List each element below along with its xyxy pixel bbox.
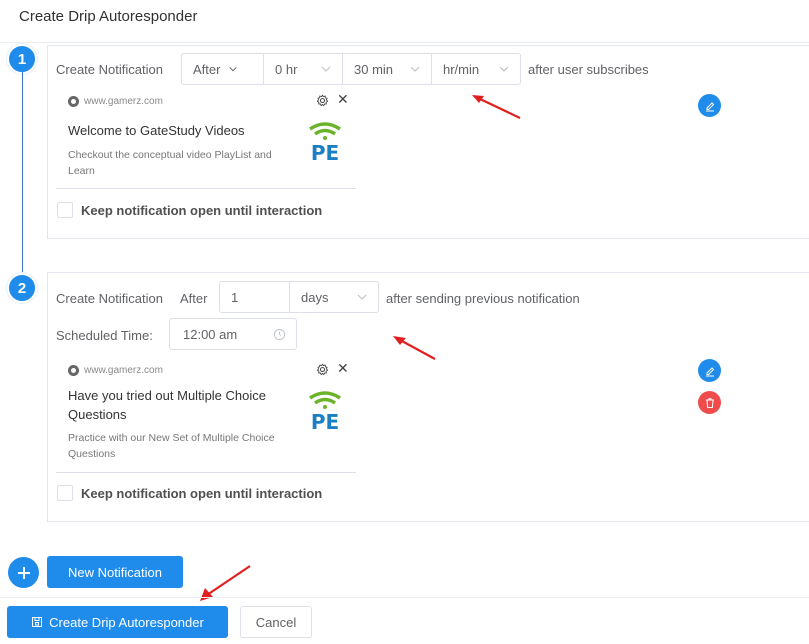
cancel-button[interactable]: Cancel bbox=[240, 606, 312, 638]
edit-button[interactable] bbox=[698, 94, 721, 117]
minutes-select-value: 30 min bbox=[354, 61, 394, 77]
notification-preview: www.gamerz.com ✕ Have you tried out Mult… bbox=[56, 357, 356, 473]
after-select[interactable]: After bbox=[182, 54, 264, 84]
notification-step-1: Create Notification After 0 hr 30 min hr… bbox=[47, 45, 809, 239]
delay-value-input[interactable]: 1 bbox=[220, 282, 290, 312]
dialog-title: Create Drip Autoresponder bbox=[19, 8, 198, 25]
create-notification-label: Create Notification bbox=[56, 291, 163, 306]
edit-button[interactable] bbox=[698, 359, 721, 382]
scheduled-time-input[interactable]: 12:00 am bbox=[169, 318, 297, 350]
svg-text:PE: PE bbox=[311, 141, 339, 162]
delay-unit-select[interactable]: days bbox=[290, 282, 378, 312]
pencil-icon bbox=[705, 366, 714, 376]
delay-suffix-label: after sending previous notification bbox=[386, 291, 580, 306]
chevron-down-icon bbox=[356, 291, 368, 303]
gear-icon[interactable] bbox=[316, 363, 329, 376]
new-notification-button[interactable]: New Notification bbox=[47, 556, 183, 588]
delay-value: 1 bbox=[231, 289, 239, 305]
hours-select-value: 0 hr bbox=[275, 61, 298, 77]
save-icon bbox=[32, 617, 43, 627]
gear-icon[interactable] bbox=[316, 94, 329, 107]
scheduled-time-label: Scheduled Time: bbox=[56, 328, 153, 343]
preview-site-url: www.gamerz.com bbox=[84, 365, 163, 376]
unit-select[interactable]: hr/min bbox=[432, 54, 520, 84]
close-icon[interactable]: ✕ bbox=[337, 361, 349, 375]
chevron-down-icon bbox=[498, 63, 510, 75]
step-number-1: 1 bbox=[7, 44, 37, 74]
clock-icon bbox=[273, 328, 286, 341]
keep-open-label[interactable]: Keep notification open until interaction bbox=[81, 486, 322, 501]
timing-suffix-label: after user subscribes bbox=[528, 62, 649, 77]
preview-site-url: www.gamerz.com bbox=[84, 96, 163, 107]
notification-step-2: Create Notification After 1 days after s… bbox=[47, 272, 809, 522]
create-notification-label: Create Notification bbox=[56, 62, 163, 77]
keep-open-label[interactable]: Keep notification open until interaction bbox=[81, 203, 322, 218]
new-notification-label: New Notification bbox=[68, 564, 162, 580]
pe-logo: PE bbox=[309, 122, 341, 162]
unit-select-placeholder: hr/min bbox=[443, 61, 480, 77]
preview-body: Practice with our New Set of Multiple Ch… bbox=[68, 432, 275, 460]
chrome-icon bbox=[68, 365, 79, 376]
step-connector-line bbox=[22, 72, 23, 272]
preview-site: www.gamerz.com bbox=[68, 96, 163, 107]
chrome-icon bbox=[68, 96, 79, 107]
preview-title: Have you tried out Multiple Choice Quest… bbox=[68, 388, 266, 422]
preview-title: Welcome to GateStudy Videos bbox=[68, 123, 245, 138]
after-select-value: After bbox=[193, 61, 221, 77]
add-notification-button[interactable] bbox=[8, 557, 39, 588]
divider bbox=[0, 597, 809, 598]
chevron-down-icon bbox=[228, 62, 238, 77]
pe-logo: PE bbox=[309, 391, 341, 431]
after-label: After bbox=[180, 291, 208, 306]
keep-open-checkbox[interactable] bbox=[57, 485, 73, 501]
delete-button[interactable] bbox=[698, 391, 721, 414]
scheduled-time-value: 12:00 am bbox=[183, 326, 238, 342]
delay-input-group: 1 days bbox=[219, 281, 379, 313]
hours-select[interactable]: 0 hr bbox=[264, 54, 343, 84]
svg-text:PE: PE bbox=[311, 410, 339, 431]
cancel-label: Cancel bbox=[255, 614, 297, 630]
create-drip-button[interactable]: Create Drip Autoresponder bbox=[7, 606, 228, 638]
step-number-2: 2 bbox=[7, 273, 37, 303]
close-icon[interactable]: ✕ bbox=[337, 92, 349, 106]
chevron-down-icon bbox=[320, 63, 332, 75]
timing-select-group: After 0 hr 30 min hr/min bbox=[181, 53, 521, 85]
plus-icon bbox=[17, 566, 30, 579]
preview-body: Checkout the conceptual video PlayList a… bbox=[68, 149, 272, 177]
keep-open-checkbox[interactable] bbox=[57, 202, 73, 218]
minutes-select[interactable]: 30 min bbox=[343, 54, 432, 84]
pencil-icon bbox=[705, 101, 714, 111]
trash-icon bbox=[705, 397, 714, 408]
chevron-down-icon bbox=[409, 63, 421, 75]
delay-unit-value: days bbox=[301, 289, 329, 305]
divider bbox=[0, 42, 809, 43]
preview-site: www.gamerz.com bbox=[68, 365, 163, 376]
create-drip-label: Create Drip Autoresponder bbox=[49, 614, 204, 630]
notification-preview: www.gamerz.com ✕ Welcome to GateStudy Vi… bbox=[56, 88, 356, 189]
